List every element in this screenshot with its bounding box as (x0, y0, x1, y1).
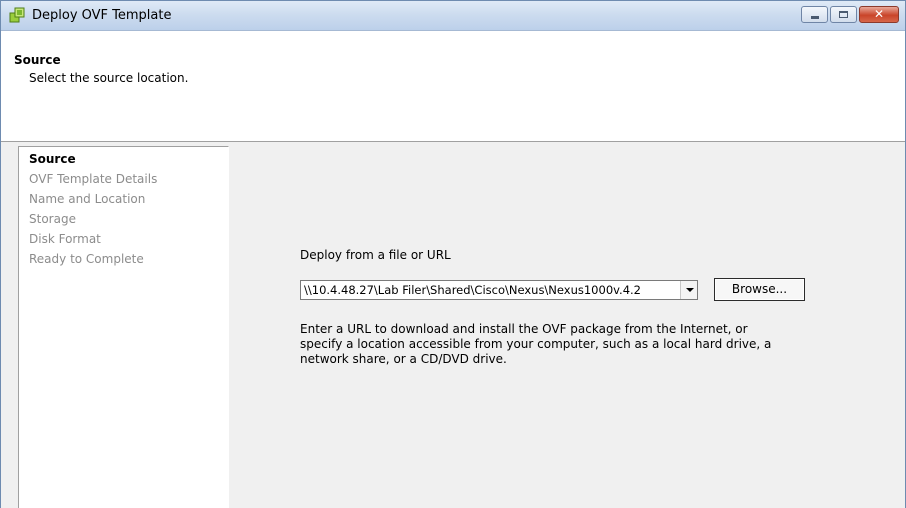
step-ovf-template-details[interactable]: OVF Template Details (29, 172, 157, 186)
source-url-combobox[interactable] (300, 280, 698, 300)
help-line: Enter a URL to download and install the … (300, 322, 748, 336)
minimize-button[interactable] (801, 6, 828, 23)
close-icon: ✕ (873, 7, 885, 21)
deploy-from-label: Deploy from a file or URL (300, 248, 451, 262)
source-url-input[interactable] (301, 281, 679, 299)
chevron-down-icon (686, 288, 694, 292)
step-ready-to-complete[interactable]: Ready to Complete (29, 252, 144, 266)
minimize-icon (811, 16, 819, 19)
browse-button[interactable]: Browse... (714, 278, 805, 301)
close-button[interactable]: ✕ (859, 6, 899, 23)
help-line: network share, or a CD/DVD drive. (300, 352, 507, 366)
dropdown-button[interactable] (680, 281, 697, 299)
step-name-and-location[interactable]: Name and Location (29, 192, 145, 206)
wizard-steps: Source OVF Template Details Name and Loc… (18, 146, 229, 508)
vm-template-icon (9, 7, 25, 23)
page-title: Source (14, 53, 61, 67)
maximize-icon (839, 11, 848, 18)
deploy-ovf-window: Deploy OVF Template ✕ Source Select the … (0, 0, 906, 508)
source-panel: Deploy from a file or URL Browse... Ente… (231, 142, 905, 508)
help-line: specify a location accessible from your … (300, 337, 772, 351)
step-disk-format[interactable]: Disk Format (29, 232, 101, 246)
step-storage[interactable]: Storage (29, 212, 76, 226)
page-subtitle: Select the source location. (29, 71, 189, 85)
wizard-header: Source Select the source location. (1, 31, 905, 142)
window-title: Deploy OVF Template (32, 8, 172, 23)
source-help-text: Enter a URL to download and install the … (300, 322, 800, 367)
step-source[interactable]: Source (29, 152, 76, 166)
title-bar[interactable]: Deploy OVF Template ✕ (1, 1, 905, 31)
maximize-button[interactable] (830, 6, 857, 23)
